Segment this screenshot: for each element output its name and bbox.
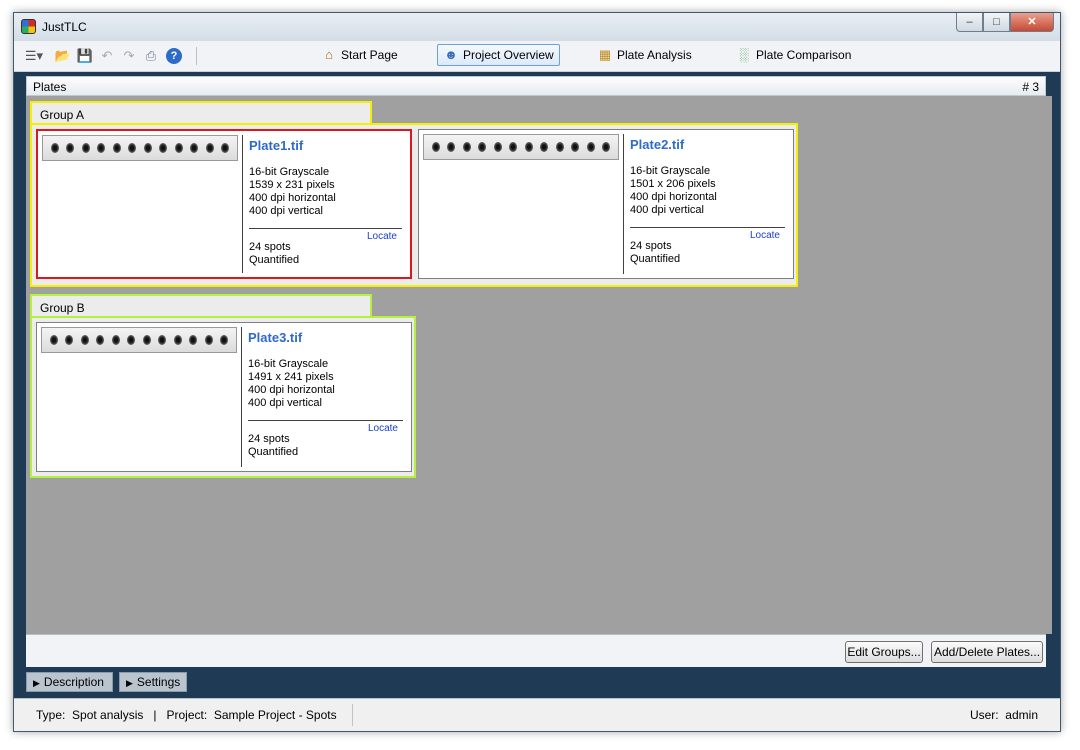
tab-description-label: Description bbox=[43, 675, 104, 689]
plate-dpi-horizontal: 400 dpi horizontal bbox=[248, 384, 335, 396]
home-icon: ⌂ bbox=[325, 47, 333, 62]
plate-format: 16-bit Grayscale bbox=[630, 165, 711, 177]
plate-status: Quantified bbox=[249, 254, 300, 266]
card-divider bbox=[623, 134, 624, 274]
plate-thumbnail bbox=[423, 134, 619, 160]
card-divider bbox=[241, 327, 242, 467]
nav-plate-comparison-label: Plate Comparison bbox=[756, 48, 852, 62]
plate-card-plate1[interactable]: Plate1.tif 16-bit Grayscale 1539 x 231 p… bbox=[36, 129, 412, 279]
locate-link[interactable]: Locate bbox=[368, 423, 398, 434]
plate-info: 16-bit Grayscale 1539 x 231 pixels 400 d… bbox=[249, 166, 336, 218]
card-separator bbox=[630, 227, 785, 228]
tab-settings[interactable]: ▶ Settings bbox=[119, 672, 187, 692]
locate-link[interactable]: Locate bbox=[367, 231, 397, 242]
group-b-header[interactable]: Group B bbox=[30, 294, 372, 318]
expand-arrow-icon: ▶ bbox=[33, 678, 40, 688]
plate-name[interactable]: Plate3.tif bbox=[248, 330, 302, 345]
plates-panel-header: Plates # 3 bbox=[26, 76, 1046, 96]
group-a-name: Group A bbox=[40, 108, 85, 122]
toolbar: ☰▾ 📂 💾 ↶ ↷ ⎙ ? ⌂ Start Page ☻ Project Ov… bbox=[14, 41, 1060, 72]
group-b-body: Plate3.tif 16-bit Grayscale 1491 x 241 p… bbox=[30, 316, 416, 478]
redo-icon[interactable]: ↷ bbox=[120, 48, 138, 64]
plate-format: 16-bit Grayscale bbox=[249, 166, 330, 178]
card-separator bbox=[248, 420, 403, 421]
plates-canvas: Group A Plate1.tif 16-bit Grayscale 1539… bbox=[26, 96, 1052, 634]
plate-dpi-horizontal: 400 dpi horizontal bbox=[630, 191, 717, 203]
tab-description[interactable]: ▶ Description bbox=[26, 672, 113, 692]
plate-dpi-vertical: 400 dpi vertical bbox=[630, 204, 704, 216]
plate-card-plate2[interactable]: Plate2.tif 16-bit Grayscale 1501 x 206 p… bbox=[418, 129, 794, 279]
expand-arrow-icon: ▶ bbox=[126, 678, 133, 688]
app-logo-icon bbox=[21, 19, 36, 34]
plate-info: 16-bit Grayscale 1491 x 241 pixels 400 d… bbox=[248, 358, 335, 410]
edit-groups-button[interactable]: Edit Groups... bbox=[845, 641, 923, 663]
maximize-button[interactable]: □ bbox=[983, 13, 1010, 32]
status-bar: Type: Spot analysis | Project: Sample Pr… bbox=[14, 698, 1060, 731]
plate-status: Quantified bbox=[248, 446, 299, 458]
minimize-button[interactable]: – bbox=[956, 13, 983, 32]
plate-spot-count: 24 spots bbox=[248, 433, 290, 445]
print-icon[interactable]: ⎙ bbox=[142, 48, 160, 64]
plate-stats: 24 spots Quantified bbox=[248, 433, 298, 459]
plate-stats: 24 spots Quantified bbox=[249, 241, 299, 267]
nav-project-overview-label: Project Overview bbox=[463, 48, 554, 62]
save-icon[interactable]: 💾 bbox=[76, 48, 94, 64]
plate-spot-count: 24 spots bbox=[249, 241, 291, 253]
tab-settings-label: Settings bbox=[136, 675, 181, 689]
plates-actions-bar: Edit Groups... Add/Delete Plates... bbox=[26, 634, 1046, 667]
close-button[interactable]: ✕ bbox=[1010, 13, 1054, 32]
plate-card-plate3[interactable]: Plate3.tif 16-bit Grayscale 1491 x 241 p… bbox=[36, 322, 412, 472]
plate-dpi-vertical: 400 dpi vertical bbox=[248, 397, 322, 409]
plate-count: # 3 bbox=[1022, 80, 1039, 94]
status-project-info: Type: Spot analysis | Project: Sample Pr… bbox=[36, 708, 337, 722]
nav-start-page[interactable]: ⌂ Start Page bbox=[316, 44, 403, 66]
menu-list-icon[interactable]: ☰▾ bbox=[22, 48, 46, 64]
title-bar[interactable]: JustTLC – □ ✕ bbox=[14, 13, 1060, 41]
plate-dimensions: 1501 x 206 pixels bbox=[630, 178, 716, 190]
help-icon[interactable]: ? bbox=[166, 48, 182, 64]
plate-status: Quantified bbox=[630, 253, 681, 265]
window-title: JustTLC bbox=[42, 20, 87, 34]
plate-name[interactable]: Plate1.tif bbox=[249, 138, 303, 153]
card-separator bbox=[249, 228, 402, 229]
nav-project-overview[interactable]: ☻ Project Overview bbox=[437, 44, 560, 66]
panel-title: Plates bbox=[33, 80, 67, 94]
plate-format: 16-bit Grayscale bbox=[248, 358, 329, 370]
people-icon: ☻ bbox=[444, 47, 458, 62]
toolbar-separator bbox=[196, 47, 197, 65]
window-controls: – □ ✕ bbox=[956, 13, 1054, 33]
nav-plate-comparison[interactable]: ░ Plate Comparison bbox=[731, 44, 856, 66]
plate-thumbnail bbox=[41, 327, 237, 353]
plate-dpi-horizontal: 400 dpi horizontal bbox=[249, 192, 336, 204]
plate-dimensions: 1491 x 241 pixels bbox=[248, 371, 334, 383]
group-b-name: Group B bbox=[40, 301, 85, 315]
group-a-header[interactable]: Group A bbox=[30, 101, 372, 125]
plate-name[interactable]: Plate2.tif bbox=[630, 137, 684, 152]
plate-thumbnail bbox=[42, 135, 238, 161]
plate-dimensions: 1539 x 231 pixels bbox=[249, 179, 335, 191]
add-delete-plates-button[interactable]: Add/Delete Plates... bbox=[931, 641, 1043, 663]
locate-link[interactable]: Locate bbox=[750, 230, 780, 241]
bar-chart-icon: ░ bbox=[739, 47, 749, 62]
plate-info: 16-bit Grayscale 1501 x 206 pixels 400 d… bbox=[630, 165, 717, 217]
plate-icon: ▦ bbox=[598, 47, 612, 62]
plate-spot-count: 24 spots bbox=[630, 240, 672, 252]
nav-plate-analysis[interactable]: ▦ Plate Analysis bbox=[592, 44, 697, 66]
nav-plate-analysis-label: Plate Analysis bbox=[617, 48, 692, 62]
status-separator bbox=[352, 704, 353, 726]
card-divider bbox=[242, 135, 243, 273]
undo-icon[interactable]: ↶ bbox=[98, 48, 116, 64]
open-folder-icon[interactable]: 📂 bbox=[54, 48, 72, 64]
plate-dpi-vertical: 400 dpi vertical bbox=[249, 205, 323, 217]
status-user: User: admin bbox=[969, 708, 1038, 722]
plate-stats: 24 spots Quantified bbox=[630, 240, 680, 266]
nav-start-page-label: Start Page bbox=[341, 48, 398, 62]
app-window: JustTLC – □ ✕ ☰▾ 📂 💾 ↶ ↷ ⎙ ? ⌂ Start Pag… bbox=[13, 12, 1061, 732]
group-a-body: Plate1.tif 16-bit Grayscale 1539 x 231 p… bbox=[30, 123, 798, 287]
